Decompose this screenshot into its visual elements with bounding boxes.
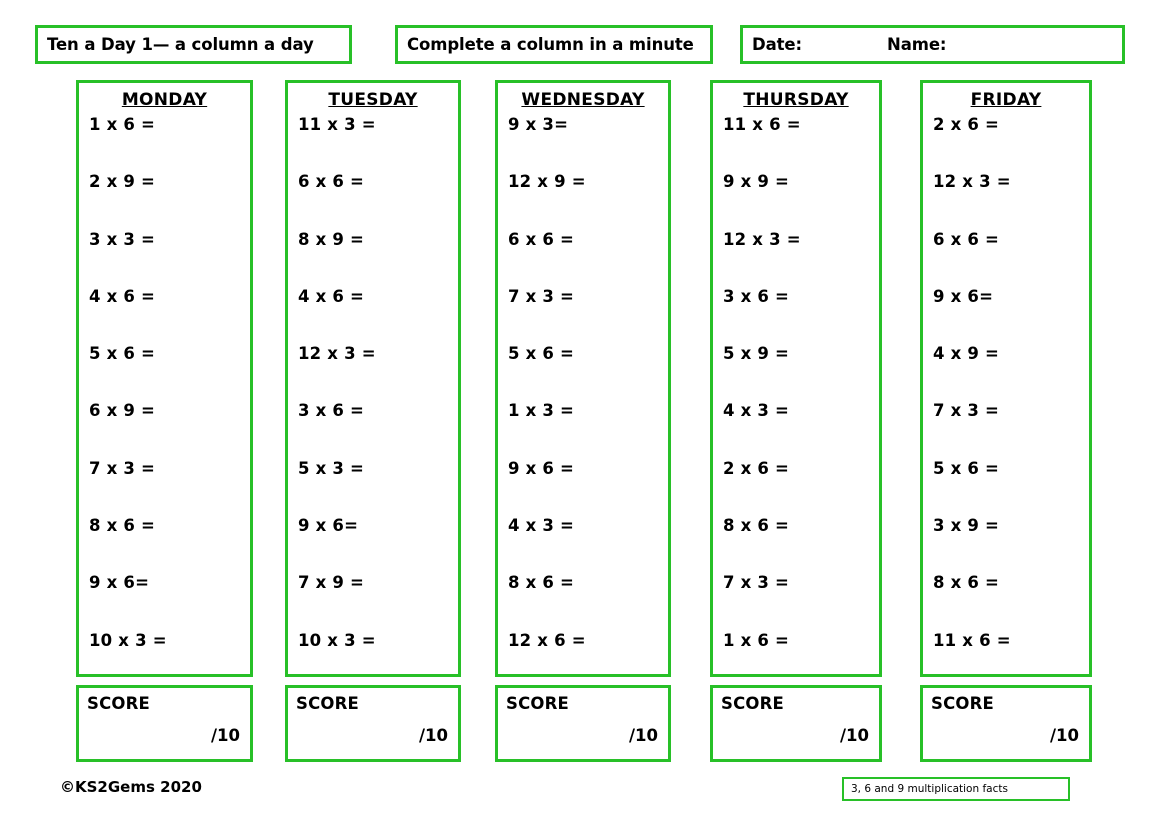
question-list: 9 x 3= 12 x 9 = 6 x 6 = 7 x 3 = 5 x 6 = 1 x 3… [498, 116, 668, 690]
question-item[interactable]: 4 x 9 = [933, 345, 1089, 403]
name-label: Name: [887, 35, 947, 54]
question-item[interactable]: 7 x 3 = [508, 288, 668, 346]
day-column-thursday: THURSDAY 11 x 6 = 9 x 9 = 12 x 3 = 3 x 6 = 5 … [710, 80, 882, 677]
question-item[interactable]: 11 x 3 = [298, 116, 458, 174]
score-out-of: /10 [1050, 726, 1079, 745]
question-item[interactable]: 10 x 3 = [89, 632, 250, 690]
day-heading: MONDAY [121, 90, 208, 110]
score-label: SCORE [721, 694, 784, 713]
score-label: SCORE [931, 694, 994, 713]
question-item[interactable]: 9 x 6= [933, 288, 1089, 346]
question-item[interactable]: 12 x 3 = [298, 345, 458, 403]
question-item[interactable]: 9 x 6= [298, 517, 458, 575]
question-item[interactable]: 1 x 6 = [89, 116, 250, 174]
score-box-monday[interactable]: SCORE/10 [76, 685, 253, 762]
question-item[interactable]: 9 x 9 = [723, 174, 879, 231]
question-item[interactable]: 4 x 6 = [298, 288, 458, 346]
question-item[interactable]: 4 x 3 = [723, 403, 879, 460]
question-item[interactable]: 12 x 3 = [723, 231, 879, 289]
question-item[interactable]: 1 x 6 = [723, 632, 879, 690]
question-item[interactable]: 1 x 3 = [508, 403, 668, 460]
question-item[interactable]: 8 x 6 = [933, 575, 1089, 632]
score-out-of: /10 [211, 726, 240, 745]
question-list: 1 x 6 = 2 x 9 = 3 x 3 = 4 x 6 = 5 x 6 = 6 x 9… [79, 116, 250, 690]
score-label: SCORE [296, 694, 359, 713]
day-column-monday: MONDAY 1 x 6 = 2 x 9 = 3 x 3 = 4 x 6 = 5 x 6 … [76, 80, 253, 677]
question-item[interactable]: 3 x 6 = [298, 403, 458, 460]
question-item[interactable]: 3 x 6 = [723, 288, 879, 346]
worksheet-page: Ten a Day 1— a column a day Complete a c… [0, 0, 1170, 827]
question-item[interactable]: 6 x 6 = [508, 231, 668, 289]
page-title: Ten a Day 1— a column a day [47, 35, 314, 54]
question-item[interactable]: 5 x 9 = [723, 345, 879, 403]
question-item[interactable]: 11 x 6 = [933, 632, 1089, 690]
question-item[interactable]: 9 x 6= [89, 575, 250, 632]
date-label: Date: [752, 35, 803, 54]
question-item[interactable]: 8 x 6 = [723, 517, 879, 575]
question-item[interactable]: 5 x 6 = [933, 460, 1089, 518]
question-item[interactable]: 6 x 9 = [89, 403, 250, 460]
question-item[interactable]: 2 x 6 = [723, 460, 879, 518]
instruction-text: Complete a column in a minute [407, 35, 694, 54]
question-item[interactable]: 9 x 6 = [508, 460, 668, 518]
score-out-of: /10 [629, 726, 658, 745]
day-heading: THURSDAY [743, 90, 849, 110]
day-heading: FRIDAY [970, 90, 1042, 110]
day-column-tuesday: TUESDAY 11 x 3 = 6 x 6 = 8 x 9 = 4 x 6 = 12 x… [285, 80, 461, 677]
question-item[interactable]: 3 x 3 = [89, 231, 250, 289]
worksheet-instruction-box: Complete a column in a minute [395, 25, 713, 64]
question-item[interactable]: 11 x 6 = [723, 116, 879, 174]
score-out-of: /10 [419, 726, 448, 745]
worksheet-title-box: Ten a Day 1— a column a day [35, 25, 352, 64]
question-item[interactable]: 4 x 3 = [508, 517, 668, 575]
score-label: SCORE [87, 694, 150, 713]
question-item[interactable]: 7 x 9 = [298, 575, 458, 632]
date-name-box: Date: Name: [740, 25, 1125, 64]
question-item[interactable]: 5 x 6 = [508, 345, 668, 403]
question-item[interactable]: 4 x 6 = [89, 288, 250, 346]
question-item[interactable]: 9 x 3= [508, 116, 668, 174]
question-item[interactable]: 7 x 3 = [723, 575, 879, 632]
score-box-thursday[interactable]: SCORE/10 [710, 685, 882, 762]
question-item[interactable]: 5 x 6 = [89, 345, 250, 403]
score-box-wednesday[interactable]: SCORE/10 [495, 685, 671, 762]
question-item[interactable]: 12 x 6 = [508, 632, 668, 690]
question-item[interactable]: 10 x 3 = [298, 632, 458, 690]
question-item[interactable]: 8 x 6 = [508, 575, 668, 632]
question-item[interactable]: 6 x 6 = [298, 174, 458, 231]
facts-note-box: 3, 6 and 9 multiplication facts [842, 777, 1070, 801]
question-item[interactable]: 12 x 3 = [933, 174, 1089, 231]
day-column-friday: FRIDAY 2 x 6 = 12 x 3 = 6 x 6 = 9 x 6= 4 x 9 … [920, 80, 1092, 677]
question-item[interactable]: 6 x 6 = [933, 231, 1089, 289]
question-item[interactable]: 8 x 6 = [89, 517, 250, 575]
question-item[interactable]: 2 x 9 = [89, 174, 250, 231]
question-item[interactable]: 7 x 3 = [89, 460, 250, 518]
facts-note-text: 3, 6 and 9 multiplication facts [851, 783, 1008, 795]
question-item[interactable]: 12 x 9 = [508, 174, 668, 231]
question-item[interactable]: 2 x 6 = [933, 116, 1089, 174]
day-column-wednesday: WEDNESDAY 9 x 3= 12 x 9 = 6 x 6 = 7 x 3 = 5 x… [495, 80, 671, 677]
score-box-tuesday[interactable]: SCORE/10 [285, 685, 461, 762]
question-item[interactable]: 8 x 9 = [298, 231, 458, 289]
score-label: SCORE [506, 694, 569, 713]
question-list: 11 x 6 = 9 x 9 = 12 x 3 = 3 x 6 = 5 x 9 = 4 x… [713, 116, 879, 690]
day-heading: WEDNESDAY [521, 90, 645, 110]
score-out-of: /10 [840, 726, 869, 745]
day-heading: TUESDAY [328, 90, 418, 110]
question-list: 2 x 6 = 12 x 3 = 6 x 6 = 9 x 6= 4 x 9 = 7 x 3… [923, 116, 1089, 690]
question-item[interactable]: 7 x 3 = [933, 403, 1089, 460]
question-item[interactable]: 3 x 9 = [933, 517, 1089, 575]
copyright-notice: ©KS2Gems 2020 [60, 778, 202, 796]
score-box-friday[interactable]: SCORE/10 [920, 685, 1092, 762]
question-list: 11 x 3 = 6 x 6 = 8 x 9 = 4 x 6 = 12 x 3 = 3 x… [288, 116, 458, 690]
question-item[interactable]: 5 x 3 = [298, 460, 458, 518]
